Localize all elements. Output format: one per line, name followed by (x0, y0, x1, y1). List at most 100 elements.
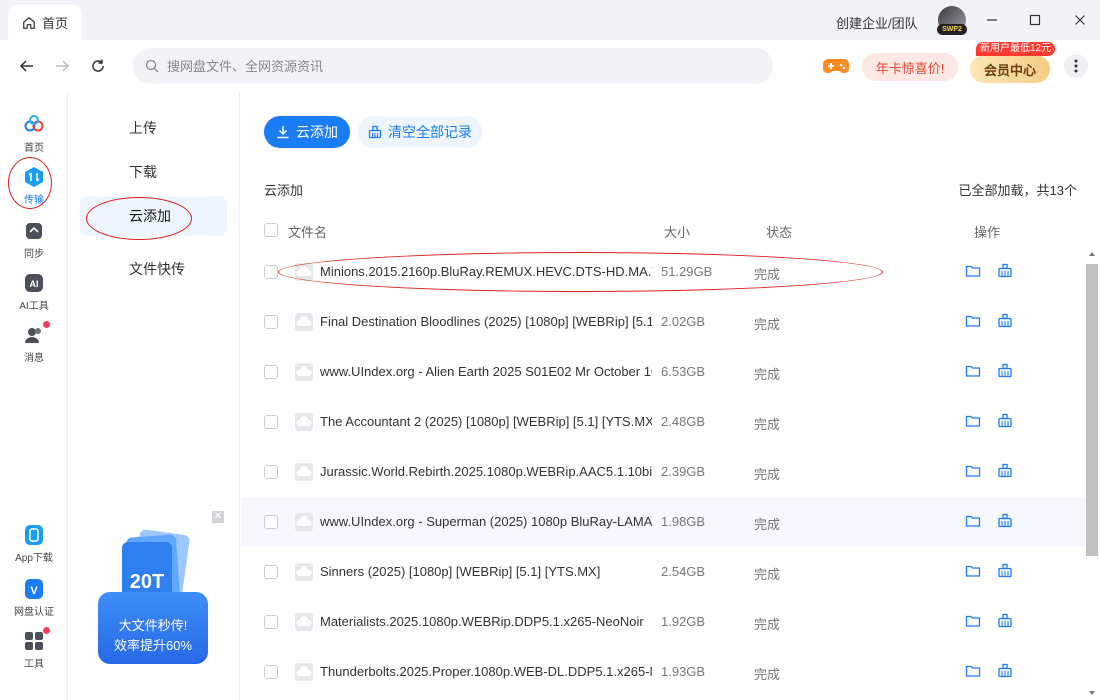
row-checkbox[interactable] (264, 615, 278, 629)
subnav-item-upload[interactable]: 上传 (80, 108, 227, 148)
rail-item-ai-tools[interactable]: AI AI工具 (0, 272, 68, 312)
clear-all-label: 清空全部记录 (388, 124, 472, 140)
rail-item-sync[interactable]: 同步 (0, 220, 68, 260)
clear-icon[interactable] (997, 313, 1013, 329)
main-content: 云添加 清空全部记录 云添加 已全部加载，共13个 文件名 大小 状态 操作 M… (241, 92, 1100, 700)
search-bar[interactable] (133, 48, 773, 84)
broom-icon (368, 125, 382, 139)
promo-banner[interactable]: 大文件秒传! 效率提升60% (98, 592, 208, 664)
rail-item-app-download[interactable]: App下载 (0, 524, 68, 564)
folder-icon[interactable] (965, 463, 981, 479)
close-icon (1075, 15, 1085, 25)
maximize-icon (1029, 14, 1041, 26)
table-row[interactable]: www.UIndex.org - Alien Earth 2025 S01E02… (241, 347, 1086, 397)
table-row[interactable]: Thunderbolts.2025.Proper.1080p.WEB-DL.DD… (241, 647, 1086, 697)
table-row[interactable]: www.UIndex.org - Superman (2025) 1080p B… (241, 497, 1086, 547)
clear-icon[interactable] (997, 563, 1013, 579)
table-row[interactable]: Final Destination Bloodlines (2025) [108… (241, 297, 1086, 347)
folder-icon[interactable] (965, 613, 981, 629)
table-row[interactable]: Minions.2015.2160p.BluRay.REMUX.HEVC.DTS… (241, 247, 1086, 297)
row-checkbox[interactable] (264, 315, 278, 329)
refresh-button[interactable] (88, 56, 108, 76)
file-icon (295, 513, 313, 531)
row-checkbox[interactable] (264, 265, 278, 279)
close-button[interactable] (1070, 10, 1090, 30)
banner-close-button[interactable]: ✕ (212, 511, 224, 523)
tab-home[interactable]: 首页 (8, 5, 82, 40)
cloud-add-button[interactable]: 云添加 (264, 116, 350, 148)
rail-item-verify[interactable]: V 网盘认证 (0, 578, 68, 618)
forward-button[interactable] (52, 56, 72, 76)
maximize-button[interactable] (1025, 10, 1045, 30)
message-icon (25, 328, 41, 343)
file-status: 完成 (754, 617, 781, 632)
file-name: Jurassic.World.Rebirth.2025.1080p.WEBRip… (320, 464, 652, 479)
back-button[interactable] (17, 56, 37, 76)
file-status: 完成 (754, 367, 781, 382)
file-size: 2.54GB (661, 564, 706, 579)
rail-item-tools[interactable]: 工具 (0, 627, 68, 670)
row-checkbox[interactable] (264, 415, 278, 429)
clear-all-button[interactable]: 清空全部记录 (358, 116, 482, 148)
clear-icon[interactable] (997, 463, 1013, 479)
minimize-icon (987, 19, 997, 21)
column-size: 大小 (664, 225, 691, 240)
scrollbar-thumb[interactable] (1086, 264, 1098, 556)
title-bar: 首页 创建企业/团队 SWP2 (0, 0, 1100, 40)
clear-icon[interactable] (997, 263, 1013, 279)
rail-label: App下载 (15, 553, 53, 564)
row-checkbox[interactable] (264, 665, 278, 679)
table-row[interactable]: The Accountant 2 (2025) [1080p] [WEBRip]… (241, 397, 1086, 447)
table-row[interactable]: Sinners (2025) [1080p] [WEBRip] [5.1] [Y… (241, 547, 1086, 597)
vip-promo-tag: 新用户最低12元 (976, 42, 1056, 56)
clear-icon[interactable] (997, 613, 1013, 629)
table-row[interactable]: Jurassic.World.Rebirth.2025.1080p.WEBRip… (241, 447, 1086, 497)
minimize-button[interactable] (982, 10, 1002, 30)
file-name: www.UIndex.org - Alien Earth 2025 S01E02… (320, 364, 652, 379)
rail-item-transfer[interactable]: 传输 (0, 166, 68, 206)
rail-item-messages[interactable]: 消息 (0, 321, 68, 364)
game-controller-icon[interactable] (822, 56, 850, 76)
promo-button[interactable]: 年卡惊喜价! (862, 53, 958, 81)
table-row[interactable]: Materialists.2025.1080p.WEBRip.DDP5.1.x2… (241, 597, 1086, 647)
folder-icon[interactable] (965, 663, 981, 679)
folder-icon[interactable] (965, 513, 981, 529)
folder-icon[interactable] (965, 263, 981, 279)
file-status: 完成 (754, 317, 781, 332)
file-name: www.UIndex.org - Superman (2025) 1080p B… (320, 514, 652, 529)
rail-label: 网盘认证 (14, 607, 54, 618)
clear-icon[interactable] (997, 413, 1013, 429)
create-team-link[interactable]: 创建企业/团队 (836, 13, 918, 32)
rail-label: 同步 (24, 249, 44, 260)
row-checkbox[interactable] (264, 565, 278, 579)
folder-icon[interactable] (965, 363, 981, 379)
file-icon (295, 363, 313, 381)
row-checkbox[interactable] (264, 515, 278, 529)
file-size: 2.39GB (661, 464, 706, 479)
sync-icon (26, 223, 42, 239)
file-status: 完成 (754, 567, 781, 582)
search-input[interactable] (167, 58, 727, 74)
row-checkbox[interactable] (264, 465, 278, 479)
notification-dot (43, 627, 50, 634)
subnav-item-quick-transfer[interactable]: 文件快传 (80, 249, 227, 289)
clear-icon[interactable] (997, 513, 1013, 529)
file-name: Sinners (2025) [1080p] [WEBRip] [5.1] [Y… (320, 564, 601, 579)
subnav-item-cloud-add[interactable]: 云添加 (80, 196, 227, 236)
vip-center-button[interactable]: 会员中心 (970, 55, 1050, 83)
folder-icon[interactable] (965, 413, 981, 429)
file-name: Final Destination Bloodlines (2025) [108… (320, 314, 652, 329)
clear-icon[interactable] (997, 363, 1013, 379)
folder-icon[interactable] (965, 563, 981, 579)
select-all-checkbox[interactable] (264, 223, 278, 237)
file-status: 完成 (754, 467, 781, 482)
banner-badge: 20T (130, 571, 164, 593)
more-button[interactable] (1064, 54, 1088, 78)
rail-label: 首页 (24, 143, 44, 154)
subnav-item-download[interactable]: 下载 (80, 152, 227, 192)
row-checkbox[interactable] (264, 365, 278, 379)
rail-item-home[interactable]: 首页 (0, 114, 68, 154)
column-status: 状态 (766, 225, 793, 240)
clear-icon[interactable] (997, 663, 1013, 679)
folder-icon[interactable] (965, 313, 981, 329)
